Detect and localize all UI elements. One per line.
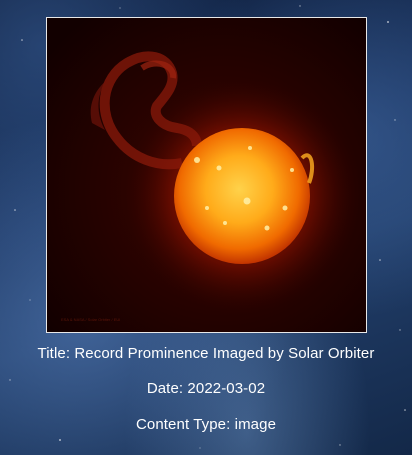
sun-prominence-image: ESA & NASA / Solar Orbiter / EUI <box>47 18 366 332</box>
content-type: Content Type: image <box>135 416 277 433</box>
svg-text:ESA & NASA / Solar Orbiter / E: ESA & NASA / Solar Orbiter / EUI <box>61 317 120 322</box>
solar-orbiter-photo[interactable]: ESA & NASA / Solar Orbiter / EUI <box>46 17 367 333</box>
image-title: Title: Record Prominence Imaged by Solar… <box>37 345 375 362</box>
image-date: Date: 2022-03-02 <box>146 380 266 397</box>
